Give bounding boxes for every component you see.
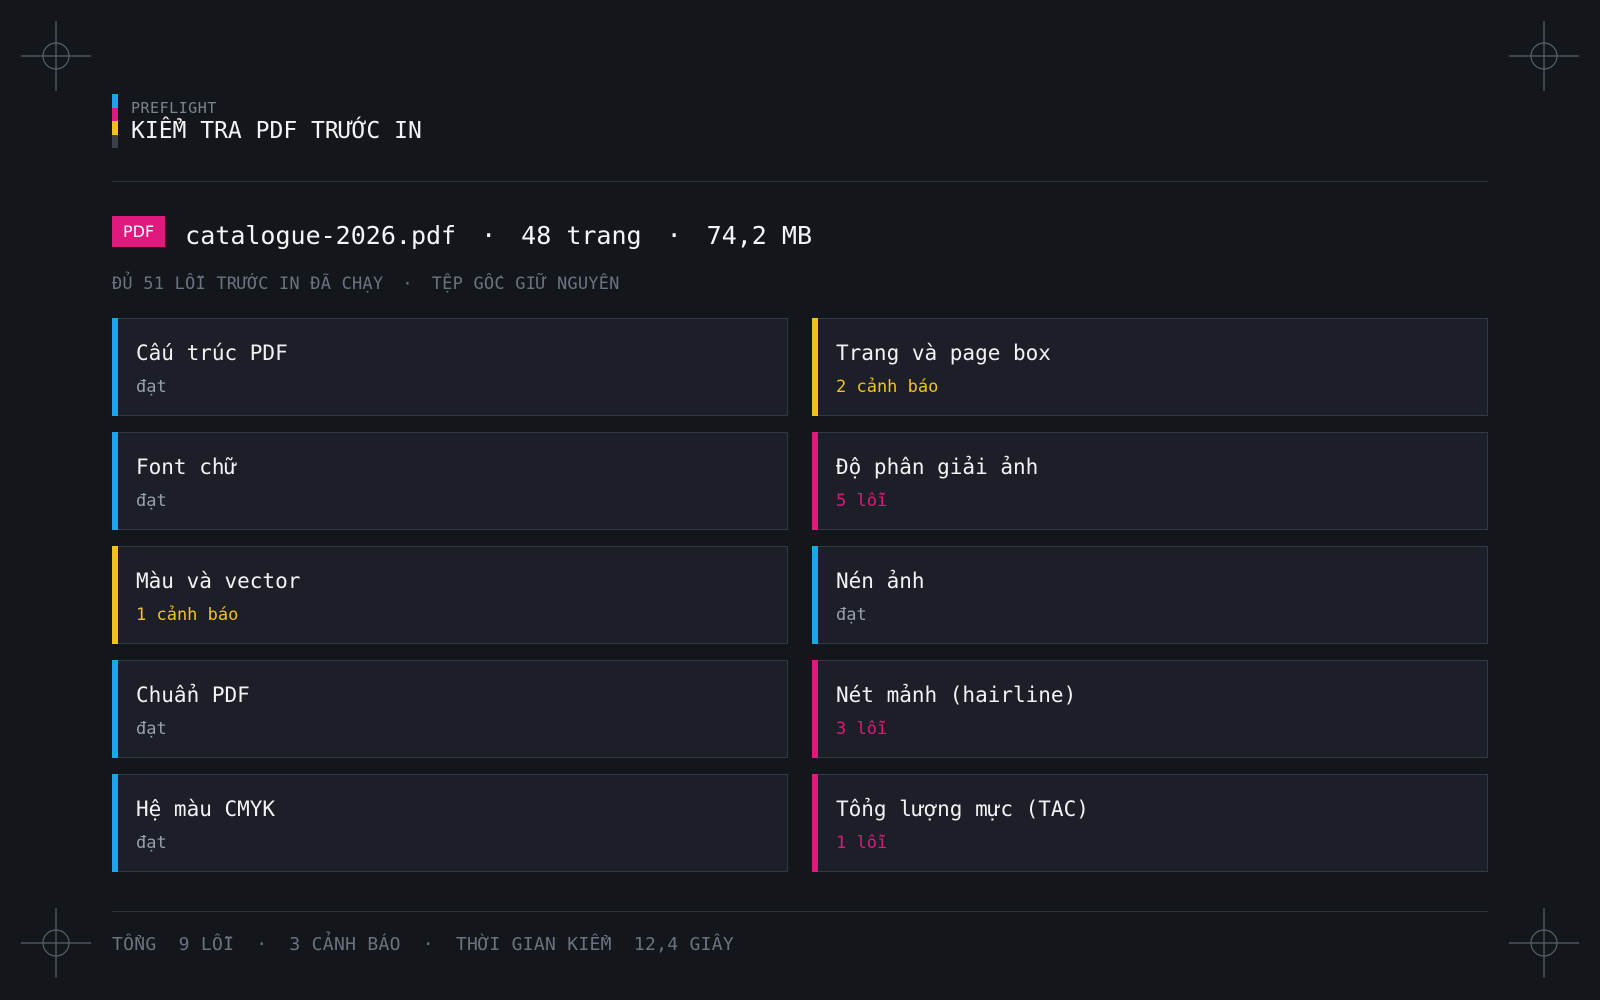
checks-grid: Cấu trúc PDF đạt Trang và page box 2 cảnh … xyxy=(112,318,1488,872)
check-card[interactable]: Màu và vector 1 cảnh báo xyxy=(112,546,788,644)
check-status: đạt xyxy=(136,491,167,511)
check-status: 5 lỗi xyxy=(836,491,888,511)
registration-mark-icon xyxy=(1509,21,1579,91)
status-accent-bar xyxy=(812,774,818,872)
status-accent-bar xyxy=(812,546,818,644)
total-label: TỔNG xyxy=(112,934,157,955)
status-accent-bar xyxy=(112,660,118,758)
divider xyxy=(112,911,1488,912)
registration-mark-icon xyxy=(1509,908,1579,978)
magenta-swatch xyxy=(112,107,118,121)
preflight-panel: PREFLIGHT KIỂM TRA PDF TRƯỚC IN PDF cata… xyxy=(0,0,1600,1000)
check-status: đạt xyxy=(136,719,167,739)
check-title: Trang và page box xyxy=(836,341,1051,365)
status-accent-bar xyxy=(112,546,118,644)
check-status: đạt xyxy=(136,377,167,397)
check-title: Font chữ xyxy=(136,455,238,479)
time-label: THỜI GIAN KIỂM xyxy=(455,934,612,955)
check-card[interactable]: Độ phân giải ảnh 5 lỗi xyxy=(812,432,1488,530)
page-eyebrow: PREFLIGHT xyxy=(131,99,217,117)
divider xyxy=(112,181,1488,182)
check-title: Chuẩn PDF xyxy=(136,683,250,707)
separator-dot: · xyxy=(481,220,497,250)
check-status: 1 cảnh báo xyxy=(136,605,239,625)
check-card[interactable]: Nét mảnh (hairline) 3 lỗi xyxy=(812,660,1488,758)
file-size: 74,2 MB xyxy=(706,220,813,250)
registration-mark-icon xyxy=(21,908,91,978)
check-status: đạt xyxy=(136,833,167,853)
check-card[interactable]: Chuẩn PDF đạt xyxy=(112,660,788,758)
status-accent-bar xyxy=(812,432,818,530)
status-accent-bar xyxy=(812,318,818,416)
registration-mark-icon xyxy=(21,21,91,91)
separator-dot: · xyxy=(402,274,413,294)
check-card[interactable]: Hệ màu CMYK đạt xyxy=(112,774,788,872)
cmyk-swatch-bar xyxy=(112,94,118,148)
summary-footer: TỔNG 9 LỖI · 3 CẢNH BÁO · THỜI GIAN KIỂM 12,4 … xyxy=(112,934,734,955)
time-value: 12,4 GIÂY xyxy=(633,934,735,955)
key-swatch xyxy=(112,134,118,148)
file-name: catalogue-2026.pdf xyxy=(185,220,457,250)
page-title: KIỂM TRA PDF TRƯỚC IN xyxy=(131,118,422,144)
check-title: Nét mảnh (hairline) xyxy=(836,683,1077,707)
check-title: Độ phân giải ảnh xyxy=(836,455,1039,479)
check-status: 1 lỗi xyxy=(836,833,888,853)
pdf-badge: PDF xyxy=(112,215,166,247)
yellow-swatch xyxy=(112,121,118,135)
status-accent-bar xyxy=(112,774,118,872)
check-card[interactable]: Trang và page box 2 cảnh báo xyxy=(812,318,1488,416)
check-title: Hệ màu CMYK xyxy=(136,797,276,821)
check-title: Nén ảnh xyxy=(836,569,925,593)
check-status: 3 lỗi xyxy=(836,719,888,739)
check-status: đạt xyxy=(836,605,867,625)
check-title: Tổng lượng mực (TAC) xyxy=(836,797,1089,821)
page-count: 48 trang xyxy=(521,220,642,250)
check-status: 2 cảnh báo xyxy=(836,377,939,397)
check-card[interactable]: Font chữ đạt xyxy=(112,432,788,530)
check-card[interactable]: Nén ảnh đạt xyxy=(812,546,1488,644)
file-subtitle: ĐỦ 51 LỖI TRƯỚC IN ĐÃ CHẠY · TỆP GỐC GIỮ N… xyxy=(112,274,620,294)
check-title: Cấu trúc PDF xyxy=(136,341,288,365)
status-accent-bar xyxy=(112,318,118,416)
status-accent-bar xyxy=(812,660,818,758)
status-accent-bar xyxy=(112,432,118,530)
warning-count: 3 CẢNH BÁO xyxy=(289,934,401,955)
original-kept-note: TỆP GỐC GIỮ NGUYÊN xyxy=(431,274,620,294)
check-card[interactable]: Tổng lượng mực (TAC) 1 lỗi xyxy=(812,774,1488,872)
check-title: Màu và vector xyxy=(136,569,301,593)
check-card[interactable]: Cấu trúc PDF đạt xyxy=(112,318,788,416)
separator-dot: · xyxy=(256,934,268,955)
cyan-swatch xyxy=(112,94,118,108)
separator-dot: · xyxy=(422,934,434,955)
checks-run-note: ĐỦ 51 LỖI TRƯỚC IN ĐÃ CHẠY xyxy=(112,274,384,294)
error-count: 9 LỖI xyxy=(178,934,235,955)
file-summary: PDF catalogue-2026.pdf · 48 trang · 74,2… xyxy=(112,215,813,251)
separator-dot: · xyxy=(666,220,682,250)
